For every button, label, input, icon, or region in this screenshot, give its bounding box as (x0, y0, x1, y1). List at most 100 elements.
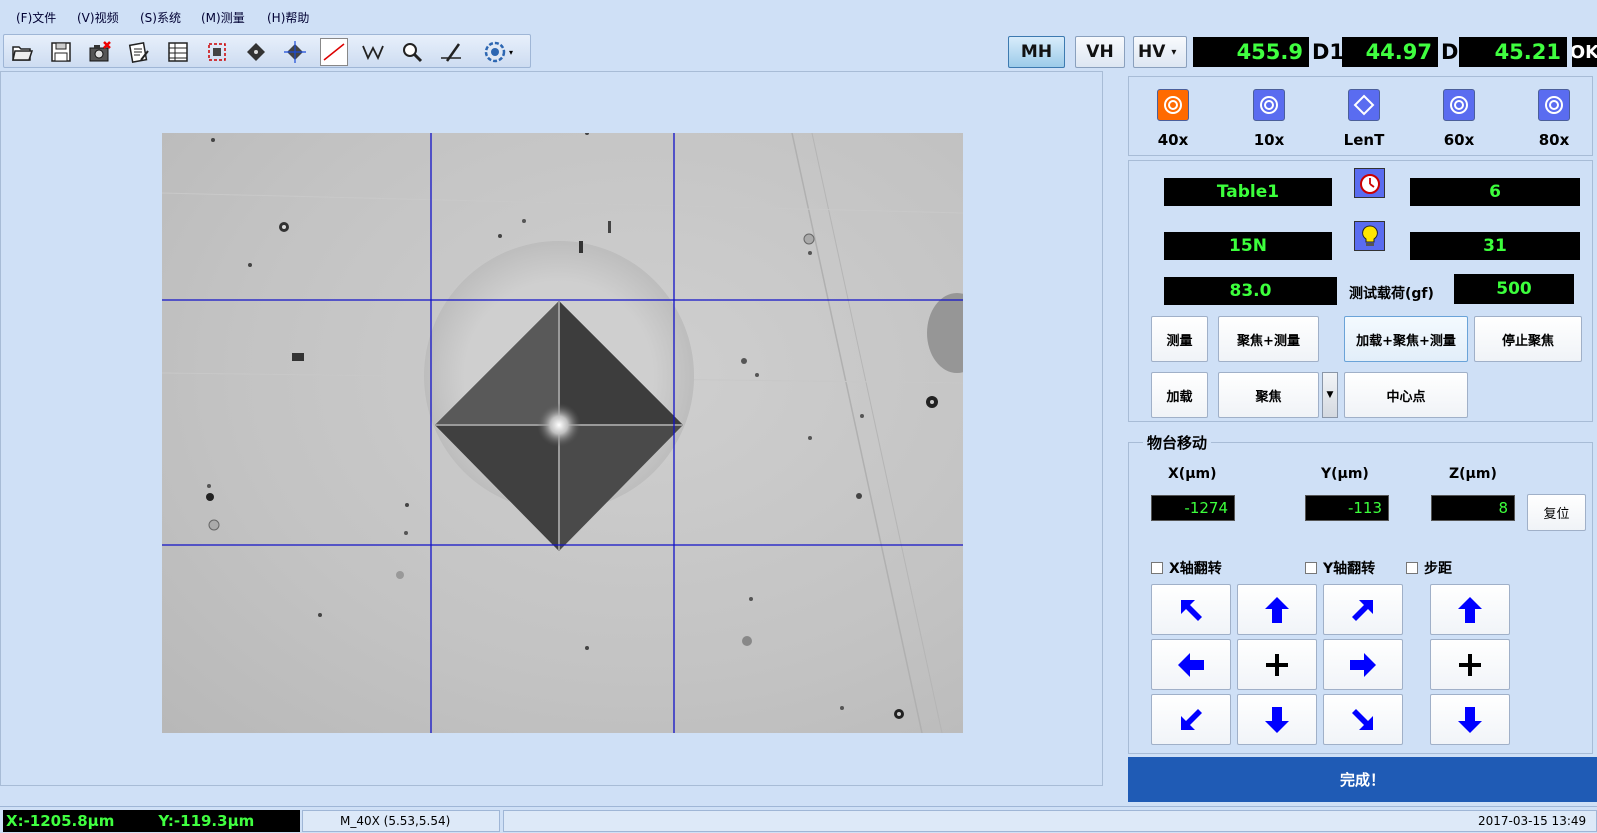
datetime: 2017-03-15 13:49 (1478, 814, 1587, 828)
measure-button[interactable]: 测量 (1151, 316, 1208, 362)
polyline-icon[interactable] (359, 38, 387, 66)
mh-button[interactable]: MH (1008, 36, 1065, 68)
open-folder-icon[interactable] (8, 38, 36, 66)
cursor-x: X:-1205.8μm (6, 812, 115, 830)
objective-lent[interactable]: LenT (1339, 89, 1389, 149)
toolbar: ▾ (3, 34, 531, 68)
move-up-left-button[interactable] (1151, 584, 1231, 635)
focus-button[interactable]: 聚焦 (1218, 372, 1319, 418)
stage-panel: 物台移动 X(μm) Y(μm) Z(μm) -1274 -113 8 复位 X… (1128, 432, 1593, 754)
objective-panel: 40x 10x LenT 60x 80x (1128, 76, 1593, 156)
d1-label: D1 (1312, 40, 1345, 64)
move-down-left-button[interactable] (1151, 694, 1231, 745)
step-checkbox[interactable]: 步距 (1406, 558, 1452, 578)
specimen-image[interactable] (162, 133, 963, 733)
y-flip-label: Y轴翻转 (1323, 561, 1376, 577)
diamond-indent-icon[interactable] (242, 38, 270, 66)
focus-dropdown[interactable]: ▼ (1322, 372, 1338, 418)
target-icon (1443, 89, 1475, 121)
reset-button[interactable]: 复位 (1527, 494, 1586, 531)
hv-dropdown[interactable]: HV ▾ (1133, 36, 1187, 68)
save-icon[interactable] (47, 38, 75, 66)
hv-value: 455.9 (1193, 37, 1309, 67)
menu-file[interactable]: (F)文件 (16, 9, 56, 26)
arrow-down-icon (1458, 706, 1482, 733)
load-value: 500 (1454, 274, 1574, 304)
settings-icon[interactable]: ▾ (476, 38, 520, 66)
load-label: 测试载荷(gf) (1349, 286, 1434, 302)
edit-notes-icon[interactable] (125, 38, 153, 66)
objective-label: LenT (1343, 131, 1385, 149)
stop-focus-button[interactable]: 停止聚焦 (1474, 316, 1582, 362)
objective-40x[interactable]: 40x (1148, 89, 1198, 149)
y-coordinate: -113 (1305, 495, 1389, 521)
z-down-button[interactable] (1430, 694, 1510, 745)
objective-60x[interactable]: 60x (1434, 89, 1484, 149)
chevron-down-icon: ▾ (508, 47, 513, 57)
x-flip-label: X轴翻转 (1169, 561, 1222, 577)
move-down-button[interactable] (1237, 694, 1317, 745)
dwell-time-value: 6 (1410, 178, 1580, 206)
step-label: 步距 (1424, 561, 1452, 577)
test-panel: Table1 6 15N 31 83.0 测试载荷(gf) 500 测量 聚焦+… (1128, 160, 1593, 422)
z-center-button[interactable] (1430, 639, 1510, 690)
light-bulb-icon[interactable] (1354, 221, 1385, 251)
target-icon (1538, 89, 1570, 121)
plus-icon (1459, 653, 1481, 676)
objective-label: 40x (1157, 131, 1189, 149)
focus-measure-button[interactable]: 聚焦+测量 (1218, 316, 1319, 362)
move-up-right-button[interactable] (1323, 584, 1403, 635)
target-icon (1253, 89, 1285, 121)
move-left-button[interactable] (1151, 639, 1231, 690)
chevron-down-icon: ▾ (1171, 46, 1177, 58)
z-label: Z(μm) (1449, 466, 1497, 482)
zoom-icon[interactable] (398, 38, 426, 66)
cursor-position: X:-1205.8μm Y:-119.3μm (3, 810, 300, 832)
timer-icon[interactable] (1354, 168, 1385, 198)
stage-title: 物台移动 (1143, 432, 1212, 453)
lens-info: M_40X (5.53,5.54) (340, 814, 451, 828)
hv-label: HV (1138, 42, 1166, 62)
menu-system[interactable]: (S)系统 (140, 9, 181, 26)
hardness-value: 83.0 (1164, 277, 1337, 305)
y-flip-checkbox[interactable]: Y轴翻转 (1305, 558, 1375, 578)
force-value: 15N (1164, 232, 1332, 260)
center-point-button[interactable]: 中心点 (1344, 372, 1468, 418)
checkbox-icon (1305, 562, 1317, 574)
objective-80x[interactable]: 80x (1529, 89, 1579, 149)
target-icon (1157, 89, 1189, 121)
arrow-up-icon (1458, 596, 1482, 623)
x-flip-checkbox[interactable]: X轴翻转 (1151, 558, 1222, 578)
arrow-left-icon (1178, 652, 1204, 677)
arrow-up-left-icon (1181, 599, 1202, 621)
plus-icon (1266, 653, 1288, 676)
frame-icon[interactable] (203, 38, 231, 66)
diamond-cross-icon[interactable] (281, 38, 309, 66)
arrow-down-icon (1265, 706, 1289, 733)
table-report-icon[interactable] (164, 38, 192, 66)
objective-10x[interactable]: 10x (1244, 89, 1294, 149)
done-status-bar: 完成！ (1128, 757, 1597, 802)
camera-viewport[interactable] (0, 71, 1103, 786)
d1-value: 44.97 (1342, 37, 1438, 67)
datetime-cell (503, 810, 1597, 832)
load-focus-measure-button[interactable]: 加载+聚焦+测量 (1344, 316, 1468, 362)
ok-button[interactable]: OK (1572, 37, 1597, 67)
camera-delete-icon[interactable] (86, 38, 114, 66)
arrow-right-icon (1350, 652, 1376, 677)
stage-center-button[interactable] (1237, 639, 1317, 690)
move-down-right-button[interactable] (1323, 694, 1403, 745)
load-button[interactable]: 加载 (1151, 372, 1208, 418)
menu-help[interactable]: (H)帮助 (267, 9, 309, 26)
z-up-button[interactable] (1430, 584, 1510, 635)
vh-button[interactable]: VH (1075, 36, 1125, 68)
objective-label: 80x (1538, 131, 1570, 149)
x-coordinate: -1274 (1151, 495, 1235, 521)
z-coordinate: 8 (1431, 495, 1515, 521)
menu-video[interactable]: (V)视频 (77, 9, 119, 26)
move-up-button[interactable] (1237, 584, 1317, 635)
menu-measure[interactable]: (M)测量 (201, 9, 245, 26)
pen-line-icon[interactable] (437, 38, 465, 66)
line-icon[interactable] (320, 38, 348, 66)
move-right-button[interactable] (1323, 639, 1403, 690)
